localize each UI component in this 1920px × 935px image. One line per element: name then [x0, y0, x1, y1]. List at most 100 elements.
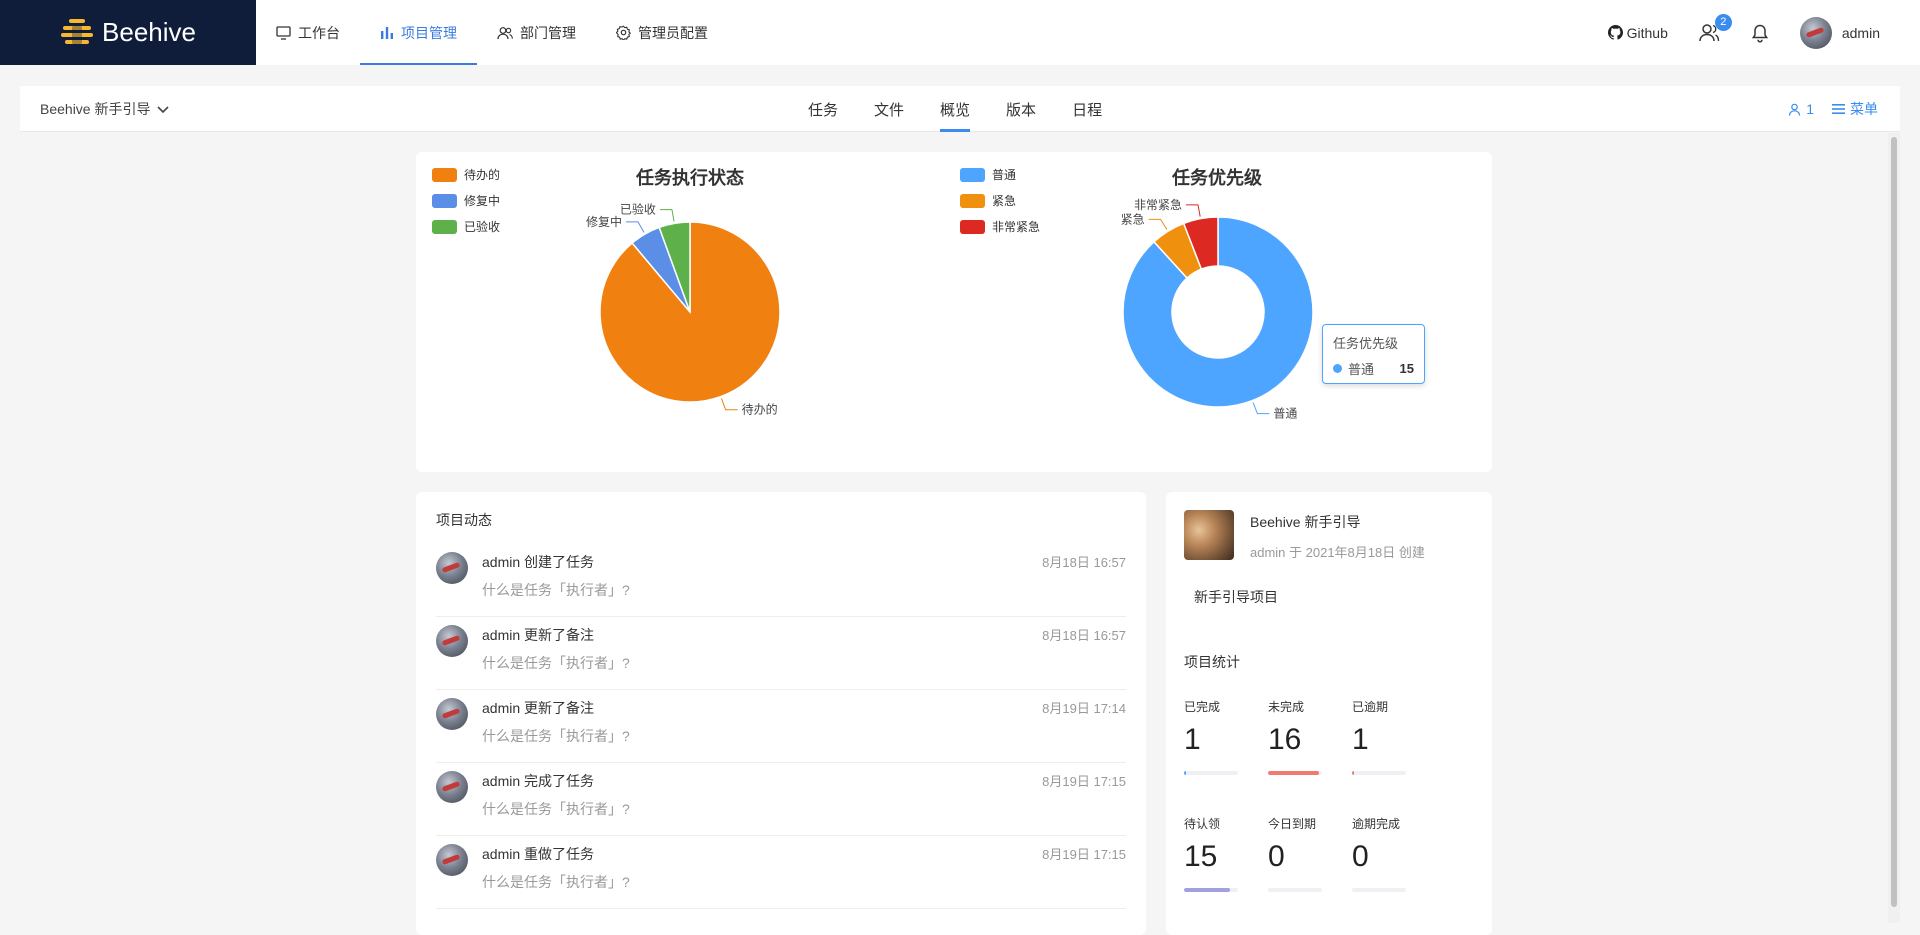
monitor-icon: [276, 25, 291, 40]
stat-item: 未完成 16: [1268, 698, 1352, 775]
activity-detail[interactable]: 什么是任务「执行者」?: [482, 799, 1126, 819]
activity-time: 8月19日 17:15: [1042, 847, 1126, 862]
nav-item-project-management[interactable]: 项目管理: [360, 0, 477, 65]
activity-time: 8月19日 17:14: [1042, 701, 1126, 716]
pie-label: 非常紧急: [1134, 197, 1182, 212]
chevron-down-icon: [157, 106, 170, 114]
activity-detail[interactable]: 什么是任务「执行者」?: [482, 872, 1126, 892]
activity-item[interactable]: admin 创建了任务 8月18日 16:57 什么是任务「执行者」?: [436, 544, 1126, 617]
project-name: Beehive 新手引导: [40, 101, 151, 117]
logo[interactable]: Beehive: [0, 0, 256, 65]
stat-item: 今日到期 0: [1268, 815, 1352, 892]
stat-value: 1: [1352, 723, 1369, 756]
activity-item[interactable]: admin 更新了备注 8月19日 17:14 什么是任务「执行者」?: [436, 690, 1126, 763]
stat-progress-fill: [1184, 771, 1187, 775]
avatar: [1799, 16, 1832, 49]
pie-label: 紧急: [1121, 211, 1145, 226]
stat-progress-track: [1268, 888, 1322, 892]
activity-item[interactable]: admin 更新了备注 8月18日 16:57 什么是任务「执行者」?: [436, 617, 1126, 690]
stat-label: 已逾期: [1352, 700, 1389, 714]
activity-time: 8月18日 16:57: [1042, 628, 1126, 643]
tooltip-label: 普通: [1348, 362, 1375, 377]
avatar: [436, 698, 468, 730]
avatar: [436, 771, 468, 803]
project-info-name: Beehive 新手引导: [1250, 514, 1361, 530]
nav-item-department[interactable]: 部门管理: [477, 0, 596, 65]
label-leader-line: [1185, 204, 1201, 217]
activity-detail[interactable]: 什么是任务「执行者」?: [482, 726, 1126, 746]
activity-item[interactable]: admin 完成了任务 8月19日 17:15 什么是任务「执行者」?: [436, 763, 1126, 836]
pie-label: 普通: [1273, 407, 1297, 421]
nav-item-admin-config[interactable]: 管理员配置: [596, 0, 728, 65]
label-leader-line: [720, 398, 738, 411]
stat-value: 16: [1268, 723, 1302, 756]
tab-tasks[interactable]: 任务: [790, 86, 856, 132]
activity-title: 项目动态: [436, 512, 492, 528]
project-subbar: Beehive 新手引导 任务 文件 概览 版本 日程 1 菜单: [20, 86, 1900, 132]
label-leader-line: [1148, 218, 1168, 230]
subbar-actions: 1 菜单: [1788, 86, 1878, 132]
activity-detail[interactable]: 什么是任务「执行者」?: [482, 653, 1126, 673]
project-selector[interactable]: Beehive 新手引导: [40, 86, 170, 132]
header-right: Github 2 admin: [1607, 0, 1880, 65]
avatar: [436, 844, 468, 876]
nav-label: 工作台: [298, 24, 340, 41]
bell-icon[interactable]: [1750, 23, 1770, 43]
activity-action: admin 更新了备注: [482, 627, 595, 643]
github-label: Github: [1626, 24, 1668, 41]
team-icon: [497, 26, 513, 39]
activity-card: 项目动态 admin 创建了任务 8月18日 16:57 什么是任务「执行者」?…: [416, 492, 1146, 935]
activity-item[interactable]: admin 重做了任务 8月19日 17:15 什么是任务「执行者」?: [436, 836, 1126, 909]
stat-item: 待认领 15: [1184, 815, 1268, 892]
nav-label: 管理员配置: [638, 24, 708, 41]
chart-tooltip: 任务优先级 普通 15: [1322, 324, 1425, 384]
activity-action: admin 完成了任务: [482, 773, 595, 789]
bar-chart-icon: [381, 26, 393, 39]
stat-value: 0: [1352, 840, 1369, 873]
username: admin: [1841, 24, 1880, 41]
project-description: 新手引导项目: [1194, 589, 1278, 605]
tab-overview[interactable]: 概览: [922, 86, 988, 132]
project-tabs: 任务 文件 概览 版本 日程: [790, 86, 1120, 132]
github-link[interactable]: Github: [1607, 24, 1668, 41]
activity-action: admin 创建了任务: [482, 554, 595, 570]
user-menu[interactable]: admin: [1799, 16, 1880, 49]
nav-label: 项目管理: [401, 24, 457, 41]
github-icon: [1607, 25, 1623, 40]
stat-progress-track: [1352, 888, 1406, 892]
tab-files[interactable]: 文件: [856, 86, 922, 132]
stat-progress-track: [1352, 771, 1406, 775]
member-count-button[interactable]: 1: [1788, 101, 1814, 117]
project-cover-image: [1184, 510, 1234, 560]
gear-icon: [616, 25, 631, 40]
top-bar: Beehive 工作台 项目管理 部门管理 管理员配置 Github 2 adm…: [0, 0, 1920, 65]
stat-value: 0: [1268, 840, 1285, 873]
stat-item: 逾期完成 0: [1352, 815, 1436, 892]
project-info-meta: admin 于 2021年8月18日 创建: [1250, 545, 1425, 560]
menu-icon: [1832, 104, 1845, 114]
stat-label: 已完成: [1184, 700, 1221, 714]
stat-item: 已逾期 1: [1352, 698, 1436, 775]
stat-progress-track: [1184, 771, 1238, 775]
menu-button[interactable]: 菜单: [1832, 99, 1878, 119]
beehive-logo-icon: [61, 18, 94, 45]
stat-value: 15: [1184, 840, 1218, 873]
tab-schedule[interactable]: 日程: [1054, 86, 1120, 132]
stat-progress-fill: [1352, 771, 1355, 775]
members-button[interactable]: 2: [1698, 13, 1732, 44]
menu-label: 菜单: [1850, 101, 1878, 117]
activity-time: 8月19日 17:15: [1042, 774, 1126, 789]
stat-label: 未完成: [1268, 700, 1305, 714]
label-leader-line: [626, 221, 645, 233]
tab-versions[interactable]: 版本: [988, 86, 1054, 132]
avatar: [436, 552, 468, 584]
stat-progress-fill: [1268, 771, 1320, 775]
logo-text: Beehive: [102, 17, 196, 47]
main-nav: 工作台 项目管理 部门管理 管理员配置: [256, 0, 728, 65]
label-leader-line: [1252, 402, 1270, 415]
pie-label: 待办的: [742, 402, 778, 417]
pie-label: 已验收: [620, 202, 656, 217]
activity-detail[interactable]: 什么是任务「执行者」?: [482, 580, 1126, 600]
scrollbar-thumb[interactable]: [1891, 137, 1897, 907]
nav-item-workbench[interactable]: 工作台: [256, 0, 360, 65]
